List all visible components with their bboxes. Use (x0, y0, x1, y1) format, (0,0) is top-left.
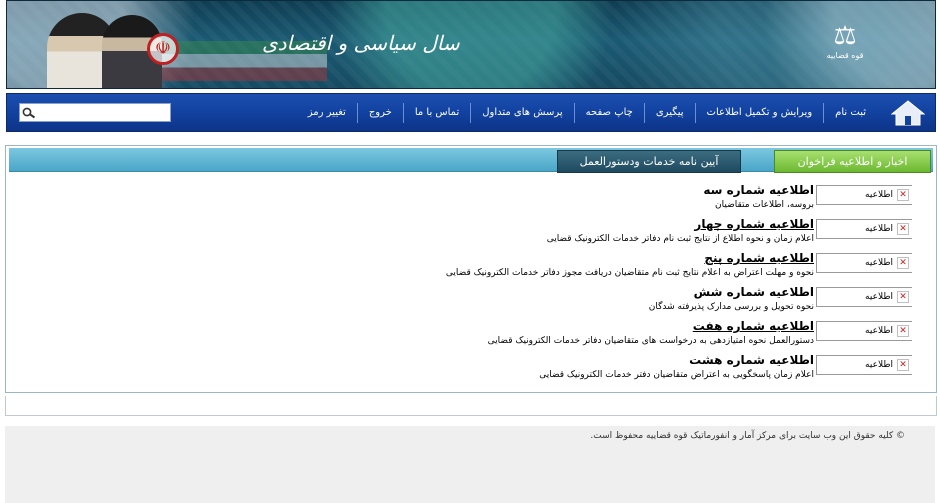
nav-item-register[interactable]: ثبت نام (823, 102, 877, 123)
page-root: ☫ سال سیاسی و اقتصادی ⚖ قوه قضاییه ثبت ن… (0, 0, 940, 503)
news-desc: دستورالعمل نحوه امتیازدهی به درخواست های… (487, 336, 814, 346)
tab-news[interactable]: اخبار و اطلاعیه فراخوان (774, 150, 931, 173)
news-text: اطلاعیه شماره پنج نحوه و مهلت اعتراض به … (446, 250, 814, 280)
search-icon[interactable] (20, 104, 38, 121)
news-title[interactable]: اطلاعیه شماره سه (703, 182, 814, 198)
judiciary-logo: ⚖ قوه قضاییه (825, 21, 865, 73)
copyright-text: © کلیه حقوق این وب سایت برای مرکز آمار و… (590, 431, 905, 441)
broken-image: ✕ اطلاعیه (816, 321, 912, 341)
list-item: ✕ اطلاعیه اطلاعیه شماره هفت دستورالعمل ن… (6, 318, 936, 352)
broken-image: ✕ اطلاعیه (816, 287, 912, 307)
footer: © کلیه حقوق این وب سایت برای مرکز آمار و… (5, 426, 935, 503)
list-item: ✕ اطلاعیه اطلاعیه شماره پنج نحوه و مهلت … (6, 250, 936, 284)
broken-image-icon: ✕ (897, 325, 909, 337)
list-item: ✕ اطلاعیه اطلاعیه شماره شش نحوه تحویل و … (6, 284, 936, 318)
news-title[interactable]: اطلاعیه شماره هفت (488, 318, 814, 334)
news-text: اطلاعیه شماره هشت اعلام زمان پاسخگویی به… (539, 352, 814, 382)
broken-image-icon: ✕ (897, 223, 909, 235)
tab-bar: اخبار و اطلاعیه فراخوان آیین نامه خدمات … (9, 148, 933, 173)
news-text: اطلاعیه شماره چهار اعلام زمان و نحوه اطل… (547, 216, 814, 246)
news-title[interactable]: اطلاعیه شماره شش (649, 284, 814, 300)
banner-slogan: سال سیاسی و اقتصادی (262, 31, 460, 55)
broken-image-icon: ✕ (897, 189, 909, 201)
image-alt-text: اطلاعیه (865, 360, 893, 370)
emblem-icon: ☫ (147, 33, 179, 65)
logo-caption: قوه قضاییه (826, 51, 864, 60)
news-desc: بروسه، اطلاعات متقاضیان (715, 200, 814, 210)
broken-image: ✕ اطلاعیه (816, 219, 912, 239)
nav-item-logout[interactable]: خروج (356, 102, 403, 123)
news-title[interactable]: اطلاعیه شماره چهار (547, 216, 814, 232)
broken-image-icon: ✕ (897, 291, 909, 303)
image-alt-text: اطلاعیه (865, 224, 893, 234)
nav-item-print[interactable]: چاپ صفحه (573, 102, 644, 123)
nav-item-track[interactable]: پیگیری (643, 102, 695, 123)
news-text: اطلاعیه شماره شش نحوه تحویل و بررسی مدار… (649, 284, 814, 314)
broken-image: ✕ اطلاعیه (816, 185, 912, 205)
nav-item-faq[interactable]: پرسش های متداول (470, 102, 573, 123)
search-box (19, 103, 171, 122)
content-divider (5, 396, 937, 416)
top-nav: ثبت نام ویرایش و تکمیل اطلاعات پیگیری چا… (6, 93, 936, 132)
news-desc: اعلام زمان پاسخگویی به اعتراض متقاضیان د… (539, 370, 814, 380)
news-title[interactable]: اطلاعیه شماره پنج (446, 250, 814, 266)
image-alt-text: اطلاعیه (865, 190, 893, 200)
news-text: اطلاعیه شماره هفت دستورالعمل نحوه امتیاز… (488, 318, 814, 348)
broken-image-icon: ✕ (897, 359, 909, 371)
news-desc: نحوه و مهلت اعتراض به اعلام نتایج ثبت نا… (445, 268, 814, 278)
broken-image: ✕ اطلاعیه (816, 355, 912, 375)
image-alt-text: اطلاعیه (865, 292, 893, 302)
news-list: ✕ اطلاعیه اطلاعیه شماره سه بروسه، اطلاعا… (6, 182, 936, 392)
list-item: ✕ اطلاعیه اطلاعیه شماره هشت اعلام زمان پ… (6, 352, 936, 386)
news-title[interactable]: اطلاعیه شماره هشت (539, 352, 814, 368)
content-panel: اخبار و اطلاعیه فراخوان آیین نامه خدمات … (5, 145, 937, 393)
news-desc: اعلام زمان و نحوه اطلاع از نتایج ثبت نام… (546, 234, 814, 244)
nav-item-contact[interactable]: تماس با ما (402, 102, 470, 123)
tab-regulations[interactable]: آیین نامه خدمات ودستورالعمل (557, 150, 741, 173)
scales-icon: ⚖ (833, 21, 857, 51)
image-alt-text: اطلاعیه (865, 258, 893, 268)
list-item: ✕ اطلاعیه اطلاعیه شماره چهار اعلام زمان … (6, 216, 936, 250)
search-input[interactable] (38, 105, 166, 120)
header-banner: ☫ سال سیاسی و اقتصادی ⚖ قوه قضاییه (6, 0, 936, 89)
broken-image: ✕ اطلاعیه (816, 253, 912, 273)
nav-item-change-password[interactable]: تغییر رمز (297, 103, 357, 123)
nav-item-edit-info[interactable]: ویرایش و تکمیل اطلاعات (694, 102, 824, 123)
news-desc: نحوه تحویل و بررسی مدارک پذیرفته شدگان (648, 302, 814, 312)
broken-image-icon: ✕ (897, 257, 909, 269)
nav-menu: ثبت نام ویرایش و تکمیل اطلاعات پیگیری چا… (297, 94, 877, 131)
home-icon[interactable] (890, 99, 926, 127)
list-item: ✕ اطلاعیه اطلاعیه شماره سه بروسه، اطلاعا… (6, 182, 936, 216)
news-text: اطلاعیه شماره سه بروسه، اطلاعات متقاضیان (703, 182, 814, 212)
image-alt-text: اطلاعیه (865, 326, 893, 336)
